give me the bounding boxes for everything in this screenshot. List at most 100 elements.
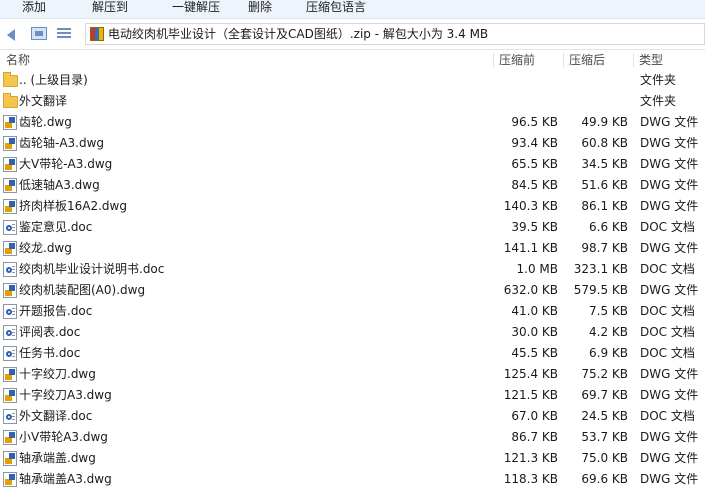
file-row[interactable]: 评阅表.doc 30.0 KB 4.2 KB DOC 文档 — [0, 322, 705, 343]
file-type: DOC 文档 — [640, 409, 695, 423]
file-type: 文件夹 — [640, 73, 677, 87]
file-name: 十字绞刀.dwg — [19, 367, 96, 381]
file-type: DOC 文档 — [640, 346, 695, 360]
dwg-file-icon — [3, 472, 17, 487]
column-type[interactable]: 类型 — [639, 50, 663, 70]
file-row[interactable]: 挤肉样板16A2.dwg 140.3 KB 86.1 KB DWG 文件 — [0, 196, 705, 217]
size-after: 323.1 KB — [573, 262, 628, 276]
dwg-file-icon — [3, 430, 17, 445]
file-row[interactable]: 低速轴A3.dwg 84.5 KB 51.6 KB DWG 文件 — [0, 175, 705, 196]
file-name: 轴承端盖.dwg — [19, 451, 96, 465]
file-type: DWG 文件 — [640, 115, 699, 129]
archive-language-button[interactable]: 压缩包语言 — [306, 0, 366, 17]
file-row[interactable]: 鉴定意见.doc 39.5 KB 6.6 KB DOC 文档 — [0, 217, 705, 238]
size-before: 1.0 MB — [516, 262, 558, 276]
size-after — [560, 70, 628, 91]
file-row[interactable]: 十字绞刀A3.dwg 121.5 KB 69.7 KB DWG 文件 — [0, 385, 705, 406]
delete-button[interactable]: 删除 — [248, 0, 272, 17]
file-row[interactable]: 轴承端盖.dwg 121.3 KB 75.0 KB DWG 文件 — [0, 448, 705, 469]
dwg-file-icon — [3, 157, 17, 172]
file-name: 齿轮.dwg — [19, 115, 72, 129]
file-row[interactable]: 外文翻译.doc 67.0 KB 24.5 KB DOC 文档 — [0, 406, 705, 427]
size-before: 65.5 KB — [511, 157, 558, 171]
size-after: 69.7 KB — [581, 388, 628, 402]
size-after: 75.0 KB — [581, 451, 628, 465]
dwg-file-icon — [3, 241, 17, 256]
dwg-file-icon — [3, 136, 17, 151]
file-name: 十字绞刀A3.dwg — [19, 388, 112, 402]
file-type: DWG 文件 — [640, 136, 699, 150]
size-after: 24.5 KB — [581, 409, 628, 423]
size-after: 69.6 KB — [581, 472, 628, 486]
column-divider[interactable] — [493, 53, 494, 67]
view-list-icon[interactable] — [57, 27, 71, 40]
file-row[interactable]: .. (上级目录) 文件夹 — [0, 70, 705, 91]
size-before: 125.4 KB — [503, 367, 558, 381]
toolbar: 添加 解压到 一键解压 删除 压缩包语言 — [0, 0, 705, 19]
folder-icon — [3, 72, 18, 87]
back-arrow-icon[interactable] — [7, 29, 15, 41]
file-name: 轴承端盖A3.dwg — [19, 472, 112, 486]
size-after: 7.5 KB — [589, 304, 628, 318]
file-name: 外文翻译.doc — [19, 409, 93, 423]
file-row[interactable]: 大V带轮-A3.dwg 65.5 KB 34.5 KB DWG 文件 — [0, 154, 705, 175]
file-row[interactable]: 绞肉机装配图(A0).dwg 632.0 KB 579.5 KB DWG 文件 — [0, 280, 705, 301]
file-row[interactable]: 开题报告.doc 41.0 KB 7.5 KB DOC 文档 — [0, 301, 705, 322]
column-size-before[interactable]: 压缩前 — [499, 50, 535, 70]
file-name: 任务书.doc — [19, 346, 81, 360]
file-name: 大V带轮-A3.dwg — [19, 157, 113, 171]
file-row[interactable]: 轴承端盖A3.dwg 118.3 KB 69.6 KB DWG 文件 — [0, 469, 705, 490]
up-folder-icon[interactable] — [31, 27, 47, 40]
extract-to-button[interactable]: 解压到 — [92, 0, 128, 17]
column-size-after[interactable]: 压缩后 — [569, 50, 605, 70]
file-type: DWG 文件 — [640, 241, 699, 255]
file-name: 开题报告.doc — [19, 304, 93, 318]
size-before: 41.0 KB — [511, 304, 558, 318]
file-name: 评阅表.doc — [19, 325, 81, 339]
file-row[interactable]: 齿轮.dwg 96.5 KB 49.9 KB DWG 文件 — [0, 112, 705, 133]
file-name: 小V带轮A3.dwg — [19, 430, 108, 444]
file-row[interactable]: 齿轮轴-A3.dwg 93.4 KB 60.8 KB DWG 文件 — [0, 133, 705, 154]
dwg-file-icon — [3, 199, 17, 214]
file-row[interactable]: 绞肉机毕业设计说明书.doc 1.0 MB 323.1 KB DOC 文档 — [0, 259, 705, 280]
column-name[interactable]: 名称 — [6, 50, 30, 70]
size-before: 45.5 KB — [511, 346, 558, 360]
file-type: DWG 文件 — [640, 367, 699, 381]
column-divider[interactable] — [563, 53, 564, 67]
size-before: 96.5 KB — [511, 115, 558, 129]
file-name: 绞龙.dwg — [19, 241, 72, 255]
file-type: DWG 文件 — [640, 178, 699, 192]
file-row[interactable]: 十字绞刀.dwg 125.4 KB 75.2 KB DWG 文件 — [0, 364, 705, 385]
add-button[interactable]: 添加 — [22, 0, 46, 17]
dwg-file-icon — [3, 115, 17, 130]
file-type: DOC 文档 — [640, 262, 695, 276]
file-row[interactable]: 外文翻译 文件夹 — [0, 91, 705, 112]
size-before: 39.5 KB — [511, 220, 558, 234]
size-after: 579.5 KB — [573, 283, 628, 297]
file-list: .. (上级目录) 文件夹 外文翻译 文件夹齿轮.dwg 96.5 KB 49.9 KB D… — [0, 70, 705, 490]
file-type: DWG 文件 — [640, 430, 699, 444]
file-row[interactable]: 绞龙.dwg 141.1 KB 98.7 KB DWG 文件 — [0, 238, 705, 259]
column-divider[interactable] — [633, 53, 634, 67]
file-row[interactable]: 任务书.doc 45.5 KB 6.9 KB DOC 文档 — [0, 343, 705, 364]
size-before — [480, 70, 558, 91]
size-before: 30.0 KB — [511, 325, 558, 339]
file-type: DOC 文档 — [640, 304, 695, 318]
size-after: 49.9 KB — [581, 115, 628, 129]
file-row[interactable]: 小V带轮A3.dwg 86.7 KB 53.7 KB DWG 文件 — [0, 427, 705, 448]
file-type: DWG 文件 — [640, 388, 699, 402]
path-field[interactable]: 电动绞肉机毕业设计（全套设计及CAD图纸）.zip - 解包大小为 3.4 MB — [85, 23, 705, 45]
file-type: DWG 文件 — [640, 283, 699, 297]
size-after: 4.2 KB — [589, 325, 628, 339]
file-type: DWG 文件 — [640, 472, 699, 486]
size-before: 86.7 KB — [511, 430, 558, 444]
file-type: DOC 文档 — [640, 325, 695, 339]
file-name: 挤肉样板16A2.dwg — [19, 199, 127, 213]
size-before: 121.3 KB — [503, 451, 558, 465]
file-type: DWG 文件 — [640, 157, 699, 171]
size-after: 6.6 KB — [589, 220, 628, 234]
one-click-extract-button[interactable]: 一键解压 — [172, 0, 220, 17]
size-before: 121.5 KB — [503, 388, 558, 402]
address-bar: 电动绞肉机毕业设计（全套设计及CAD图纸）.zip - 解包大小为 3.4 MB — [0, 19, 705, 50]
file-name: 低速轴A3.dwg — [19, 178, 100, 192]
